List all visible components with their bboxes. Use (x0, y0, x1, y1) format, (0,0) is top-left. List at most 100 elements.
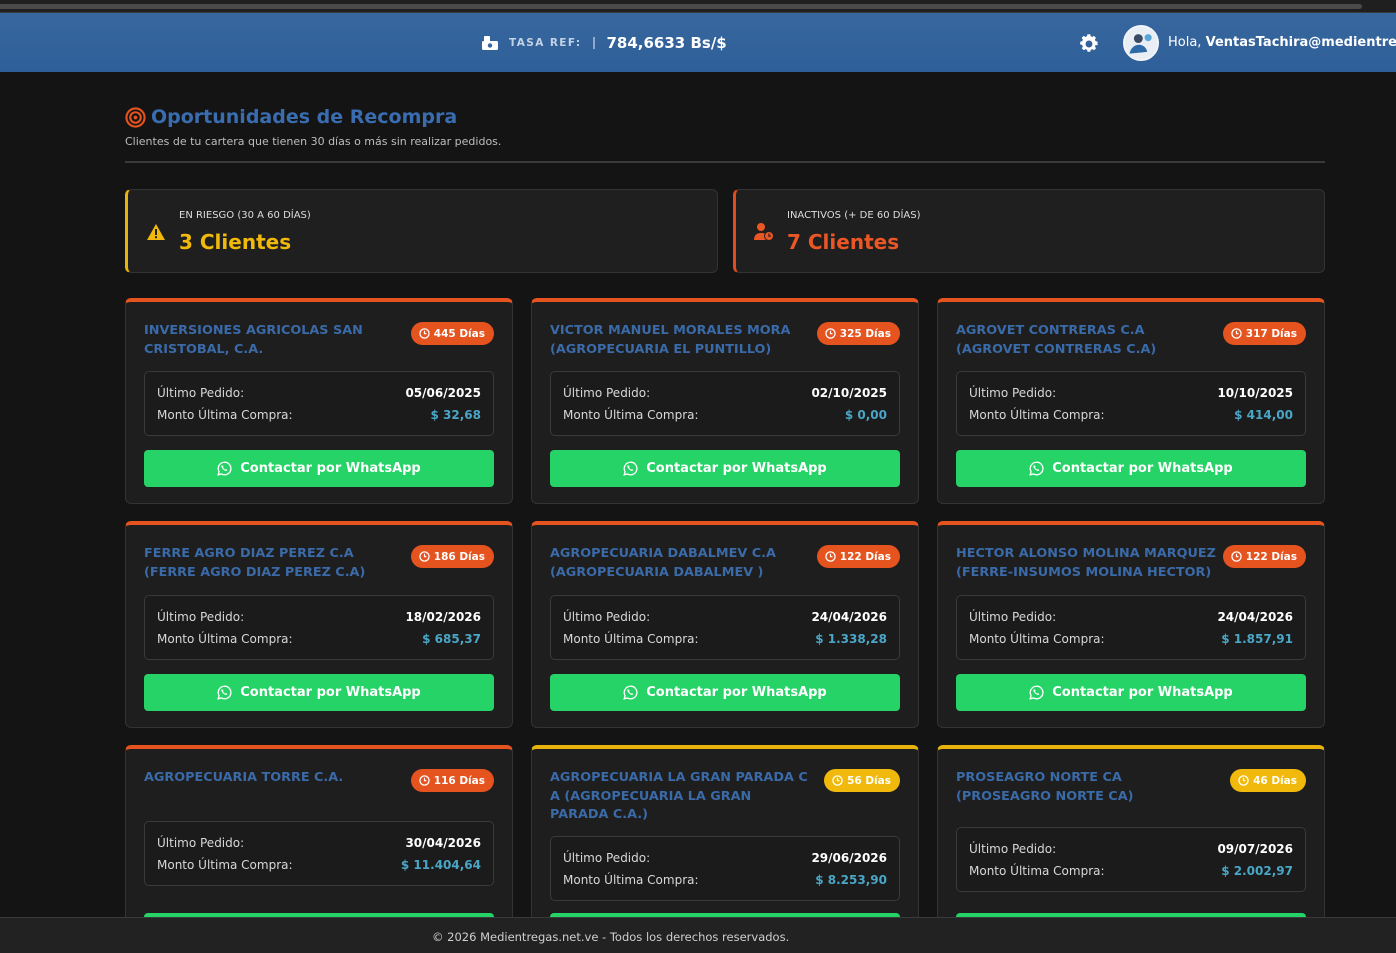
last-amount-value: $ 685,37 (422, 632, 481, 646)
client-name: AGROPECUARIA LA GRAN PARADA C A (AGROPEC… (550, 770, 808, 822)
browser-scroll-strip (0, 0, 1396, 13)
whatsapp-button-label: Contactar por WhatsApp (1052, 461, 1233, 476)
days-value: 116 Días (433, 774, 485, 787)
client-card: AGROPECUARIA LA GRAN PARADA C A (AGROPEC… (531, 745, 919, 950)
whatsapp-button[interactable]: Contactar por WhatsApp (956, 674, 1306, 711)
client-card: AGROVET CONTRERAS C.A (AGROVET CONTRERAS… (937, 298, 1325, 504)
last-amount-label: Monto Última Compra: (969, 632, 1105, 646)
whatsapp-icon (623, 461, 638, 476)
order-info: Último Pedido: 30/04/2026 Monto Última Co… (144, 821, 494, 886)
divider (125, 161, 1325, 163)
clock-icon (825, 328, 836, 339)
rate-label: TASA REF: (509, 37, 582, 49)
last-amount-value: $ 1.338,28 (815, 632, 887, 646)
client-name: INVERSIONES AGRICOLAS SAN CRISTOBAL, C.A… (144, 323, 363, 357)
page-heading: Oportunidades de Recompra (125, 106, 457, 128)
days-value: 56 Días (847, 774, 891, 787)
days-badge: 116 Días (410, 769, 494, 792)
days-badge: 325 Días (816, 322, 900, 345)
last-amount-value: $ 0,00 (844, 408, 887, 422)
gear-icon[interactable] (1078, 33, 1100, 55)
horizontal-scrollbar[interactable] (0, 4, 1362, 9)
clock-icon (1238, 775, 1249, 786)
whatsapp-icon (217, 461, 232, 476)
days-value: 317 Días (1245, 327, 1297, 340)
order-info: Último Pedido: 05/06/2025 Monto Última Co… (144, 371, 494, 436)
last-amount-label: Monto Última Compra: (563, 408, 699, 422)
last-order-label: Último Pedido: (969, 842, 1057, 856)
days-value: 325 Días (839, 327, 891, 340)
top-header: TASA REF: 784,6633 Bs/$ Hola, VentasTach… (0, 13, 1396, 72)
clock-icon (825, 551, 836, 562)
client-card: INVERSIONES AGRICOLAS SAN CRISTOBAL, C.A… (125, 298, 513, 504)
whatsapp-button-label: Contactar por WhatsApp (646, 685, 827, 700)
last-amount-value: $ 11.404,64 (400, 858, 481, 872)
client-card: AGROPECUARIA DABALMEV C.A (AGROPECUARIA … (531, 521, 919, 728)
stat-label: EN RIESGO (30 A 60 DÍAS) (179, 210, 311, 221)
target-icon (125, 106, 146, 128)
user-greeting[interactable]: Hola, VentasTachira@medientregas (1168, 35, 1396, 50)
clock-icon (419, 551, 430, 562)
days-badge: 122 Días (1222, 545, 1306, 568)
days-value: 46 Días (1253, 774, 1297, 787)
client-name: AGROPECUARIA TORRE C.A. (144, 770, 344, 785)
whatsapp-button-label: Contactar por WhatsApp (1052, 685, 1233, 700)
stat-value: 7 Clientes (787, 230, 900, 254)
last-order-label: Último Pedido: (563, 851, 651, 865)
user-name: VentasTachira@medientregas (1205, 35, 1396, 50)
stat-value: 3 Clientes (179, 230, 292, 254)
clock-icon (419, 328, 430, 339)
last-order-label: Último Pedido: (157, 610, 245, 624)
client-card: HECTOR ALONSO MOLINA MARQUEZ (FERRE-INSU… (937, 521, 1325, 728)
whatsapp-button[interactable]: Contactar por WhatsApp (144, 674, 494, 711)
days-badge: 317 Días (1222, 322, 1306, 345)
order-info: Último Pedido: 10/10/2025 Monto Última Co… (956, 371, 1306, 436)
days-badge: 186 Días (410, 545, 494, 568)
last-amount-value: $ 1.857,91 (1221, 632, 1293, 646)
client-card: VICTOR MANUEL MORALES MORA (AGROPECUARIA… (531, 298, 919, 504)
order-info: Último Pedido: 18/02/2026 Monto Última Co… (144, 595, 494, 660)
greeting-prefix: Hola, (1168, 35, 1202, 50)
avatar[interactable] (1123, 25, 1159, 61)
last-order-date: 29/06/2026 (811, 851, 887, 865)
whatsapp-icon (1029, 685, 1044, 700)
last-order-date: 24/04/2026 (811, 610, 887, 624)
last-order-date: 09/07/2026 (1217, 842, 1293, 856)
whatsapp-button[interactable]: Contactar por WhatsApp (550, 450, 900, 487)
clock-icon (832, 775, 843, 786)
clock-icon (1231, 551, 1242, 562)
days-badge: 445 Días (410, 322, 494, 345)
stat-label: INACTIVOS (+ DE 60 DÍAS) (787, 210, 921, 221)
whatsapp-button[interactable]: Contactar por WhatsApp (144, 450, 494, 487)
last-order-label: Último Pedido: (563, 610, 651, 624)
last-order-label: Último Pedido: (969, 386, 1057, 400)
last-amount-value: $ 32,68 (430, 408, 481, 422)
client-name: HECTOR ALONSO MOLINA MARQUEZ (FERRE-INSU… (956, 546, 1216, 580)
whatsapp-icon (1029, 461, 1044, 476)
stat-inactive: INACTIVOS (+ DE 60 DÍAS) 7 Clientes (733, 189, 1325, 273)
last-order-label: Último Pedido: (969, 610, 1057, 624)
last-order-date: 18/02/2026 (405, 610, 481, 624)
last-order-date: 02/10/2025 (811, 386, 887, 400)
last-amount-value: $ 2.002,97 (1221, 864, 1293, 878)
days-value: 445 Días (433, 327, 485, 340)
last-order-date: 24/04/2026 (1217, 610, 1293, 624)
whatsapp-button[interactable]: Contactar por WhatsApp (550, 674, 900, 711)
order-info: Último Pedido: 24/04/2026 Monto Última Co… (956, 595, 1306, 660)
last-amount-value: $ 8.253,90 (815, 873, 887, 887)
client-card: FERRE AGRO DIAZ PEREZ C.A (FERRE AGRO DI… (125, 521, 513, 728)
whatsapp-button-label: Contactar por WhatsApp (646, 461, 827, 476)
user-clock-icon (754, 223, 774, 241)
stat-at-risk: EN RIESGO (30 A 60 DÍAS) 3 Clientes (125, 189, 718, 273)
last-amount-label: Monto Última Compra: (969, 864, 1105, 878)
warning-icon (147, 224, 165, 240)
last-amount-label: Monto Última Compra: (157, 632, 293, 646)
whatsapp-button[interactable]: Contactar por WhatsApp (956, 450, 1306, 487)
last-amount-label: Monto Última Compra: (157, 858, 293, 872)
last-amount-label: Monto Última Compra: (563, 632, 699, 646)
footer: © 2026 Medientregas.net.ve - Todos los d… (0, 917, 1396, 953)
clock-icon (1231, 328, 1242, 339)
last-order-date: 30/04/2026 (405, 836, 481, 850)
last-amount-label: Monto Última Compra: (157, 408, 293, 422)
client-name: AGROPECUARIA DABALMEV C.A (AGROPECUARIA … (550, 546, 776, 580)
